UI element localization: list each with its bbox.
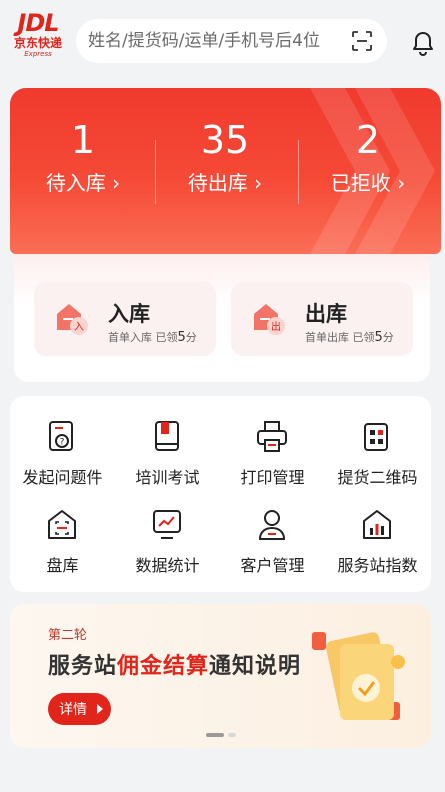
headline-part: 服务站 [48, 654, 118, 679]
stat-count: 35 [200, 118, 250, 162]
station-index-icon [363, 510, 391, 539]
stat-label: 待出库 › [187, 171, 263, 195]
subtitle-value: 5 [177, 330, 186, 345]
search-bar[interactable] [76, 19, 387, 63]
grid-item-label: 数据统计 [135, 556, 200, 575]
action-title: 入库 [108, 302, 150, 326]
svg-text:?: ? [60, 438, 65, 448]
action-subtitle: 首单出库 已领5分 [305, 329, 394, 345]
qr-code-icon [364, 423, 388, 451]
grid-item-training[interactable]: 培训考试 [115, 420, 220, 500]
details-button[interactable]: 详情 [48, 693, 111, 725]
stat-count: 1 [70, 118, 96, 162]
grid-item-print[interactable]: 打印管理 [220, 420, 325, 500]
outbound-icon: 出 [254, 304, 285, 335]
carousel-dot-active [206, 733, 224, 737]
stat-rejected[interactable]: 2 已拒收 › [308, 118, 428, 198]
grid-item-stocktake[interactable]: 盘库 [10, 508, 115, 588]
promo-headline: 服务站佣金结算通知说明 [48, 648, 301, 680]
grid-item-station-index[interactable]: 服务站指数 [325, 508, 430, 588]
stats-banner: 1 待入库 › 35 待出库 › 2 已拒收 › [10, 88, 441, 254]
promo-round: 第二轮 [48, 628, 88, 643]
grid-item-label: 发起问题件 [22, 468, 103, 487]
subtitle-prefix: 首单出库 已领 [305, 331, 375, 344]
function-grid: ? 发起问题件 培训考试 打印管理 提货二维码 盘库 数据统计 客户管理 服务站… [10, 396, 431, 592]
grid-item-label: 打印管理 [240, 468, 305, 487]
stat-divider [298, 140, 299, 204]
action-title: 出库 [305, 302, 347, 326]
bell-icon[interactable] [411, 30, 435, 56]
inbound-badge: 入 [74, 322, 84, 333]
headline-part: 通知说明 [209, 654, 302, 679]
chart-monitor-icon [153, 510, 181, 539]
grid-item-statistics[interactable]: 数据统计 [115, 508, 220, 588]
grid-item-label: 培训考试 [135, 468, 200, 487]
printer-icon [257, 421, 287, 452]
search-input[interactable] [88, 19, 338, 63]
inbound-button[interactable]: 入 入库 首单入库 已领5分 [34, 282, 216, 356]
carousel-dot [228, 733, 236, 737]
grid-item-label: 提货二维码 [337, 468, 418, 487]
grid-item-label: 盘库 [46, 556, 79, 575]
stat-divider [155, 140, 156, 204]
stat-count: 2 [355, 118, 381, 162]
stat-pending-inbound[interactable]: 1 待入库 › [23, 118, 143, 198]
carousel-indicator [206, 733, 246, 739]
subtitle-suffix: 分 [185, 331, 197, 344]
logo-en: Express [24, 50, 52, 58]
action-subtitle: 首单入库 已领5分 [108, 329, 197, 345]
headline-highlight: 佣金结算 [117, 654, 210, 679]
subtitle-suffix: 分 [382, 331, 394, 344]
quick-action-panel: 入 入库 首单入库 已领5分 出 出库 首单出库 已领5分 [14, 254, 430, 382]
promo-banner[interactable]: 第二轮 服务站佣金结算通知说明 详情 [10, 604, 431, 748]
question-doc-icon: ? [49, 421, 73, 451]
stat-label: 待入库 › [45, 171, 121, 195]
outbound-button[interactable]: 出 出库 首单出库 已领5分 [231, 282, 413, 356]
jdl-logo: JDL 京东快递 Express [12, 10, 64, 66]
scan-icon[interactable] [351, 30, 373, 52]
header: JDL 京东快递 Express [0, 0, 445, 82]
inbound-icon: 入 [57, 304, 88, 335]
logo-brand: JDL [17, 9, 59, 37]
warehouse-scan-icon [48, 510, 76, 539]
outbound-badge: 出 [271, 320, 281, 333]
documents-check-icon [312, 632, 405, 720]
stat-pending-outbound[interactable]: 35 待出库 › [165, 118, 285, 198]
grid-item-pickup-qr[interactable]: 提货二维码 [325, 420, 430, 500]
stat-label: 已拒收 › [330, 171, 406, 195]
logo-cn: 京东快递 [13, 36, 62, 50]
grid-item-label: 服务站指数 [337, 556, 418, 575]
user-icon [258, 510, 286, 540]
book-icon [155, 421, 179, 451]
subtitle-value: 5 [374, 330, 383, 345]
grid-item-customers[interactable]: 客户管理 [220, 508, 325, 588]
subtitle-prefix: 首单入库 已领 [108, 331, 178, 344]
grid-item-label: 客户管理 [240, 556, 305, 575]
grid-item-report-issue[interactable]: ? 发起问题件 [10, 420, 115, 500]
